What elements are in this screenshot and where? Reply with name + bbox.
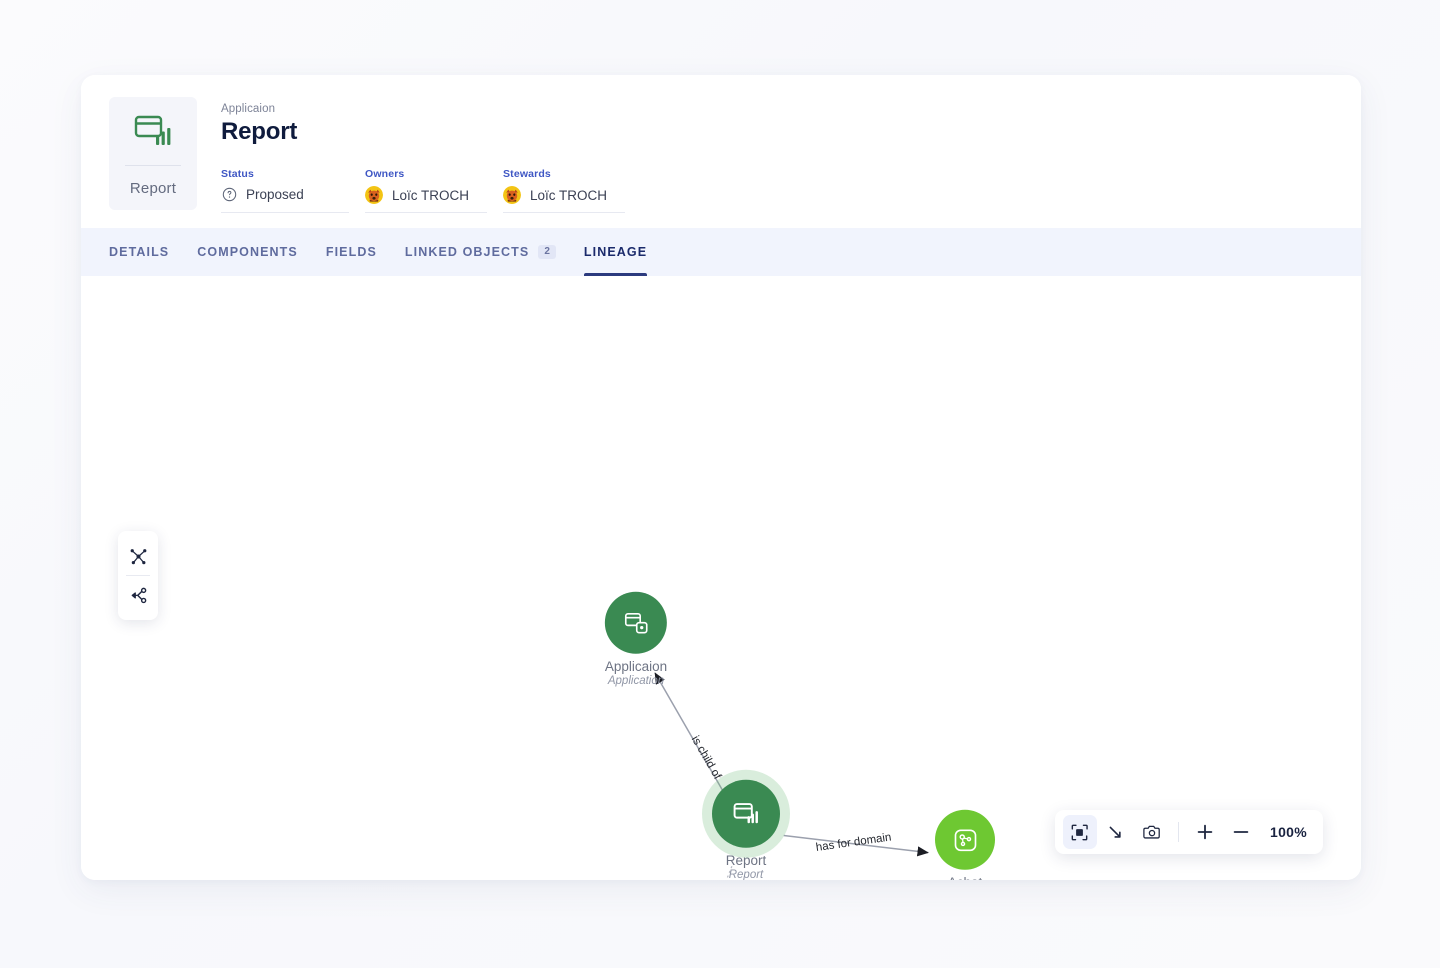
zoom-level-label: 100%: [1269, 824, 1307, 840]
avatar: [365, 186, 383, 204]
graph-node-name: Applicaion: [604, 658, 668, 674]
graph-node-report[interactable]: Report Report: [712, 779, 780, 880]
meta-label-stewards: Stewards: [503, 168, 551, 180]
tab-label: FIELDS: [325, 245, 377, 259]
zoom-toolbar: 100%: [1054, 810, 1323, 854]
meta-value-status: Proposed: [221, 186, 331, 202]
meta-label-status: Status: [221, 168, 254, 180]
tab-label: DETAILS: [109, 245, 170, 259]
graph-node-type: Report: [728, 868, 764, 880]
question-circle-icon: [221, 186, 237, 202]
meta-value-owners: Loïc TROCH: [365, 186, 469, 204]
graph-edge-report-achat: [783, 834, 929, 857]
tab-label: LINKED OBJECTS: [404, 245, 530, 259]
avatar: [503, 186, 522, 204]
tab-fields[interactable]: FIELDS: [326, 228, 377, 276]
meta-field-status: Status Proposed: [221, 168, 349, 213]
entity-thumbnail: Report: [109, 97, 197, 210]
status-badge: Proposed: [246, 186, 304, 202]
meta-value-stewards: Loïc TROCH: [503, 186, 607, 204]
page-title: Report: [221, 118, 298, 145]
tab-bar: DETAILS COMPONENTS FIELDS LINKED OBJECTS 2 LI…: [81, 228, 1361, 276]
steward-name: Loïc TROCH: [530, 187, 608, 203]
graph-node-achat[interactable]: AchatDomain: [935, 809, 995, 880]
graph-tool-rail: [118, 531, 158, 620]
tab-badge: 2: [538, 245, 556, 259]
graph-node-application[interactable]: Applicaion Application: [604, 591, 667, 688]
toolbar-divider: [1177, 822, 1179, 842]
graph-node-caption: Applicaion Application: [605, 659, 667, 688]
graph-node-caption: AchatDomain: [945, 875, 985, 880]
report-dashboard-icon: [134, 97, 172, 165]
entity-header: Report Applicaion Report Status Proposed…: [81, 75, 1361, 228]
tab-linked-objects[interactable]: LINKED OBJECTS 2: [405, 228, 556, 276]
breadcrumb: Applicaion: [221, 103, 276, 115]
share-branch-icon[interactable]: [118, 576, 158, 614]
zoom-out-button[interactable]: [1224, 815, 1258, 849]
fit-to-screen-icon[interactable]: [1062, 815, 1097, 849]
graph-node-type: Application: [607, 674, 665, 687]
lineage-canvas[interactable]: ApplicaionApplication ReportReport Achat…: [81, 276, 1361, 880]
meta-field-owners: Owners Loïc TROCH: [365, 168, 488, 213]
entity-detail-card: Report Applicaion Report Status Proposed…: [81, 75, 1361, 880]
tab-label: LINEAGE: [583, 245, 648, 259]
camera-icon[interactable]: [1135, 815, 1169, 849]
entity-thumbnail-label: Report: [129, 179, 177, 197]
tab-label: COMPONENTS: [197, 245, 298, 259]
application-window-icon: [604, 591, 667, 654]
owner-name: Loïc TROCH: [392, 187, 470, 203]
graph-node-name: Report: [725, 852, 767, 868]
meta-label-owners: Owners: [365, 168, 405, 180]
entity-header-main: Applicaion Report Status Proposed Owners…: [221, 97, 641, 213]
graph-layout-icon[interactable]: [118, 537, 158, 575]
tab-lineage[interactable]: LINEAGE: [583, 228, 648, 276]
entity-meta-row: Status Proposed Owners Loïc TROCH Stewar…: [221, 168, 641, 213]
tab-components[interactable]: COMPONENTS: [197, 228, 298, 276]
diagonal-arrow-icon[interactable]: [1099, 815, 1133, 849]
meta-field-stewards: Stewards Loïc TROCH: [503, 168, 626, 213]
report-dashboard-icon: [712, 779, 780, 848]
graph-node-caption: Report Report: [726, 853, 767, 880]
graph-node-name: Achat: [945, 875, 985, 880]
domain-nodes-icon: [935, 809, 995, 870]
zoom-in-button[interactable]: [1188, 815, 1222, 849]
tab-details[interactable]: DETAILS: [109, 228, 169, 276]
